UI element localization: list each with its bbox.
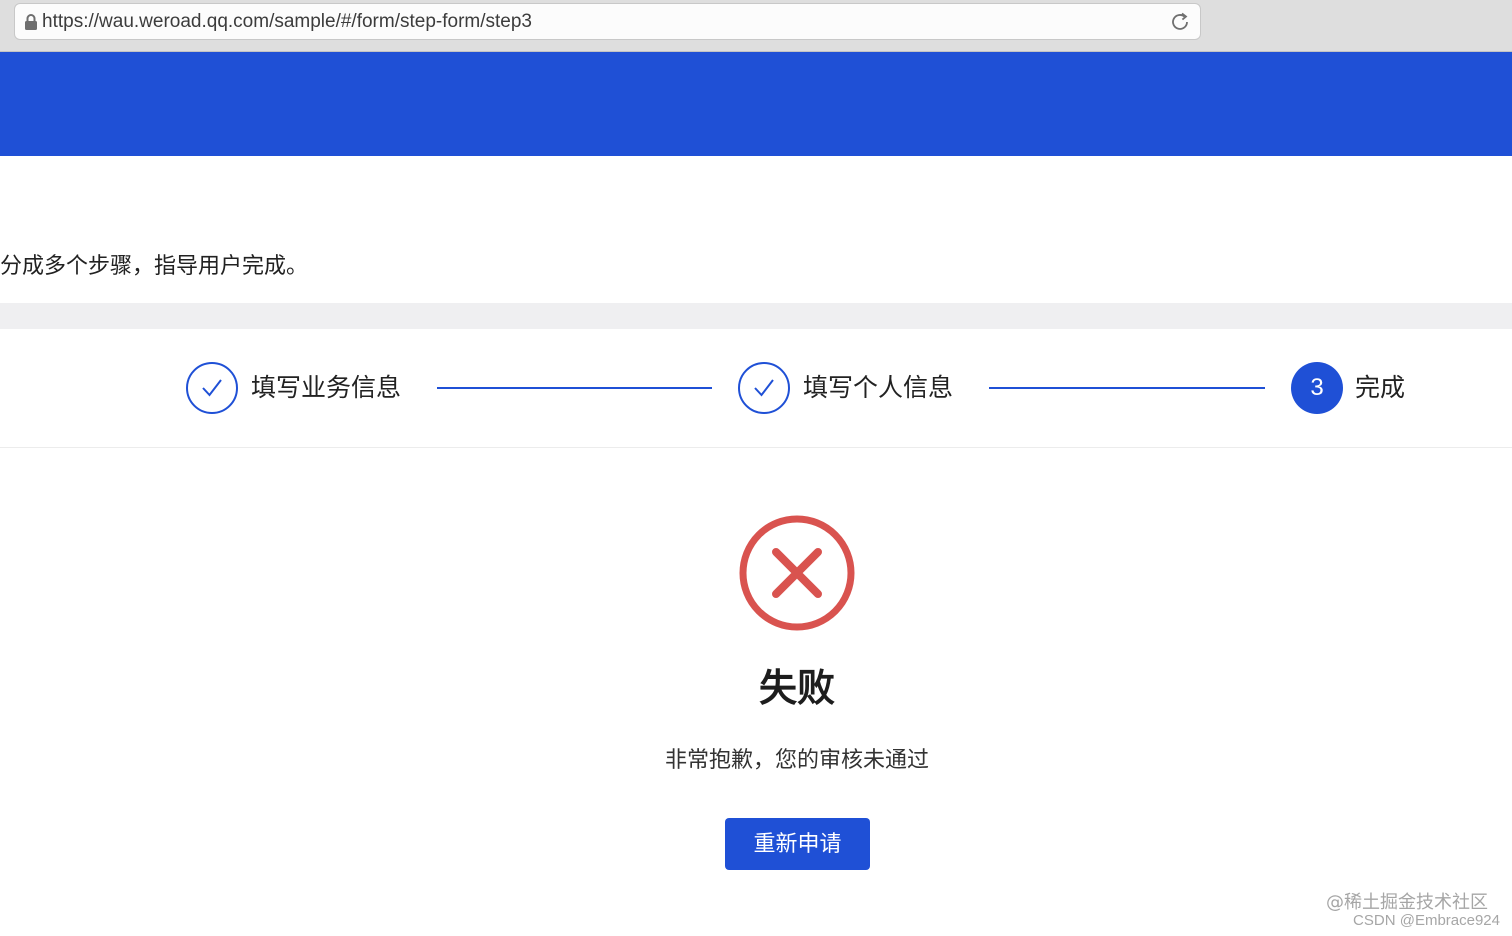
check-icon — [754, 379, 774, 397]
browser-toolbar: https://wau.weroad.qq.com/sample/#/form/… — [0, 0, 1512, 52]
address-bar[interactable]: https://wau.weroad.qq.com/sample/#/form/… — [14, 3, 1201, 40]
step-3-indicator: 3 — [1291, 362, 1343, 414]
watermark-juejin: @稀土掘金技术社区 — [1326, 892, 1488, 913]
url-text: https://wau.weroad.qq.com/sample/#/form/… — [42, 11, 532, 32]
error-circle-icon — [739, 515, 855, 631]
step-2-label: 填写个人信息 — [803, 373, 954, 402]
result-subtitle: 非常抱歉，您的审核未通过 — [664, 748, 929, 773]
step-connector-1 — [437, 387, 712, 389]
step-3-label: 完成 — [1355, 373, 1406, 402]
step-connector-2 — [989, 387, 1265, 389]
check-icon — [202, 379, 222, 397]
step-1-indicator — [186, 362, 238, 414]
step-3-number: 3 — [1310, 374, 1324, 401]
page-description: 分成多个步骤，指导用户完成。 — [0, 254, 309, 279]
step-1-label: 填写业务信息 — [251, 373, 402, 402]
app-header — [0, 52, 1512, 156]
result-title: 失败 — [758, 666, 835, 710]
step-2-indicator — [738, 362, 790, 414]
steps-bar: 填写业务信息 填写个人信息 3 完成 — [0, 329, 1512, 448]
page-header: 分成多个步骤，指导用户完成。 — [0, 156, 1512, 303]
watermark-csdn: CSDN @Embrace924 — [1353, 912, 1500, 929]
lock-icon — [25, 14, 37, 30]
section-divider — [0, 303, 1512, 329]
retry-button[interactable]: 重新申请 — [725, 818, 870, 870]
result-panel: 失败 非常抱歉，您的审核未通过 重新申请 — [0, 449, 1512, 936]
reload-icon[interactable] — [1169, 11, 1191, 33]
